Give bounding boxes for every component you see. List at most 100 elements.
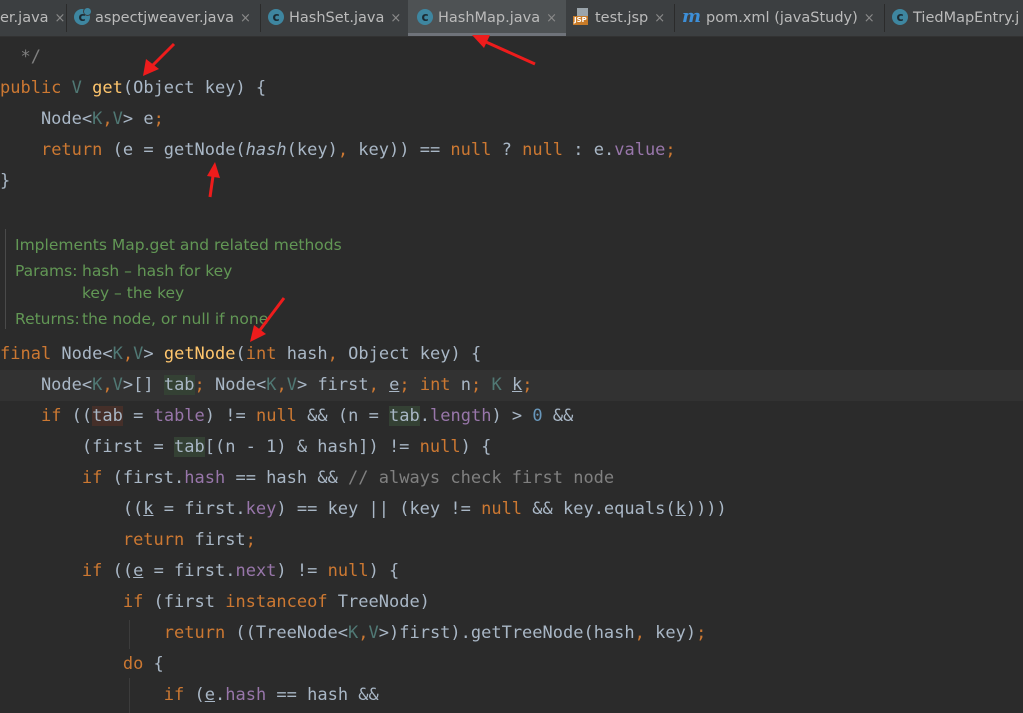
code-token: , [634, 623, 656, 643]
code-line: Node<K,V> e; [0, 104, 1023, 135]
tab-pom-xml[interactable]: m pom.xml (javaStudy) × [682, 0, 882, 36]
rendered-javadoc: Implements Map.get and related methods P… [0, 225, 1023, 335]
code-token: tab [389, 406, 420, 426]
code-token: if [81, 468, 113, 488]
code-token: // always check first node [348, 468, 615, 488]
class-icon [417, 0, 433, 35]
code-line: if (e.hash == hash && [0, 680, 1023, 711]
code-token: = first. [143, 561, 236, 581]
code-token: instanceof [225, 592, 338, 612]
code-token: return [122, 530, 195, 550]
close-icon[interactable]: × [390, 11, 401, 26]
close-icon[interactable]: × [546, 11, 557, 26]
code-token: V [286, 375, 297, 395]
code-token: length [430, 406, 492, 426]
code-token: (( [71, 406, 93, 426]
tab-divider [674, 4, 675, 32]
code-token: , [358, 623, 369, 643]
doc-summary: Implements Map.get and related methods [15, 236, 342, 254]
close-icon[interactable]: × [654, 11, 665, 26]
code-token: && key.equals( [532, 499, 676, 519]
code-token: first [194, 530, 246, 550]
code-line: if ((e = first.next) != null) { [0, 556, 1023, 587]
tab-hashset-java[interactable]: HashSet.java × [268, 0, 406, 36]
doc-params-label: Params: [15, 262, 78, 280]
code-token: tab [163, 375, 195, 395]
code-token: } [0, 171, 11, 191]
code-token: >[] [122, 375, 164, 395]
tab-divider [66, 4, 67, 32]
code-token: key)) == [358, 140, 451, 160]
tab-test-jsp[interactable]: JSP test.jsp × [573, 0, 674, 36]
tab-aspectjweaver-java[interactable]: aspectjweaver.java × [74, 0, 258, 36]
editor-tab-bar: er.java × aspectjweaver.java × HashSet.jav… [0, 0, 1023, 37]
code-token: (first [153, 592, 226, 612]
code-token: int [245, 344, 287, 364]
class-icon [892, 0, 908, 35]
close-icon[interactable]: × [55, 11, 66, 26]
code-token: public [0, 78, 72, 98]
close-icon[interactable]: × [864, 11, 875, 26]
class-icon [74, 0, 92, 35]
code-line: public V get(Object key) { [0, 73, 1023, 104]
code-token: final [0, 344, 62, 364]
code-token: , [122, 344, 134, 364]
code-token: tab [174, 437, 205, 457]
code-token: K [491, 375, 512, 395]
tab-hashmap-java[interactable]: HashMap.java × [408, 0, 566, 36]
code-token: )))) [685, 499, 727, 519]
code-token: Node< [61, 344, 113, 364]
code-token: tab [92, 406, 123, 426]
tab-tiedmapentry-java[interactable]: TiedMapEntry.j [892, 0, 1023, 36]
code-token: null [327, 561, 369, 581]
tab-label: test.jsp [595, 10, 649, 26]
code-token: (first. [112, 468, 185, 488]
code-line: } [0, 166, 1023, 197]
code-token: (first = [0, 437, 174, 457]
code-token: e [204, 685, 215, 705]
code-token: hash [225, 685, 267, 705]
code-token: , [327, 344, 349, 364]
tab-divider [260, 4, 261, 32]
code-editor[interactable]: */ public V get(Object key) { Node<K,V> … [0, 37, 1023, 713]
code-token: , [368, 375, 390, 395]
indent-guide [129, 678, 130, 713]
code-line: ((k = first.key) == key || (key != null … [0, 494, 1023, 525]
code-token: ( [194, 685, 205, 705]
code-line: return ((TreeNode<K,V>)first).getTreeNod… [0, 618, 1023, 649]
code-token: ; [194, 375, 216, 395]
code-token: TreeNode) [337, 592, 430, 612]
jsp-file-icon: JSP [573, 8, 590, 25]
code-token: : e. [573, 140, 615, 160]
code-token: && [552, 406, 574, 426]
code-token: , [102, 109, 113, 129]
doc-returns-label: Returns: [15, 310, 80, 328]
code-token: > e [122, 109, 154, 129]
code-token: V [112, 375, 123, 395]
close-icon[interactable]: × [240, 11, 251, 26]
code-token: ? [501, 140, 523, 160]
code-token: . [214, 685, 226, 705]
code-token: (( [112, 561, 134, 581]
code-token: K [112, 344, 123, 364]
code-token: if [122, 592, 154, 612]
code-token: && (n = [307, 406, 390, 426]
code-token: if [163, 685, 195, 705]
code-token: == hash && [225, 468, 349, 488]
code-token: hash [184, 468, 226, 488]
tab-divider [884, 4, 885, 32]
code-token: ( [235, 344, 246, 364]
code-token: ) { [368, 561, 400, 581]
tab-er-java[interactable]: er.java × [0, 0, 66, 36]
code-token: k [675, 499, 686, 519]
doc-param-key: key – the key [82, 284, 185, 302]
code-token: ) != [276, 561, 328, 581]
indent-guide [129, 620, 130, 649]
code-token: null [481, 499, 533, 519]
code-token: == hash && [266, 685, 379, 705]
